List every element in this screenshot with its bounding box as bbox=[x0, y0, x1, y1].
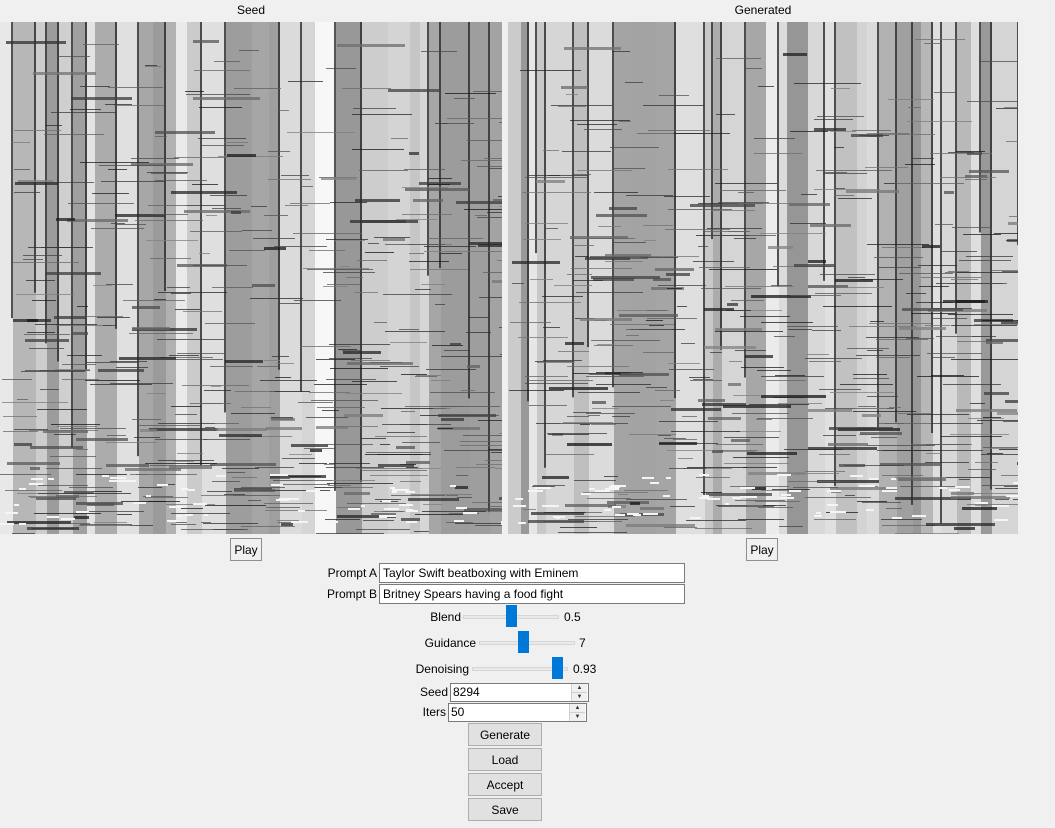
seed-spinbox[interactable]: 8294 ▲ ▼ bbox=[450, 683, 589, 702]
seed-label: Seed bbox=[419, 685, 448, 699]
play-seed-button[interactable]: Play bbox=[230, 538, 262, 561]
accept-button[interactable]: Accept bbox=[468, 773, 542, 796]
denoising-slider-thumb[interactable] bbox=[552, 657, 563, 679]
iters-increment-icon[interactable]: ▲ bbox=[570, 704, 585, 713]
blend-value: 0.5 bbox=[564, 610, 581, 624]
seed-spectrogram bbox=[0, 22, 502, 534]
generate-button[interactable]: Generate bbox=[468, 723, 542, 746]
seed-increment-icon[interactable]: ▲ bbox=[572, 684, 587, 693]
seed-caption: Seed bbox=[236, 3, 266, 17]
save-button[interactable]: Save bbox=[468, 798, 542, 821]
seed-value[interactable]: 8294 bbox=[453, 685, 480, 700]
denoising-label: Denoising bbox=[415, 662, 469, 676]
guidance-value: 7 bbox=[579, 636, 586, 650]
guidance-label: Guidance bbox=[424, 636, 476, 650]
generated-caption: Generated bbox=[734, 3, 792, 17]
guidance-slider-thumb[interactable] bbox=[518, 631, 529, 653]
generated-spectrogram bbox=[508, 22, 1018, 534]
play-generated-button[interactable]: Play bbox=[746, 538, 778, 561]
iters-spinbox[interactable]: 50 ▲ ▼ bbox=[448, 703, 587, 722]
blend-label: Blend bbox=[430, 610, 461, 624]
prompt-b-label: Prompt B bbox=[326, 587, 377, 601]
prompt-a-input[interactable]: Taylor Swift beatboxing with Eminem bbox=[379, 563, 685, 583]
iters-value[interactable]: 50 bbox=[451, 705, 464, 720]
seed-decrement-icon[interactable]: ▼ bbox=[572, 693, 587, 701]
denoising-value: 0.93 bbox=[573, 662, 597, 676]
load-button[interactable]: Load bbox=[468, 748, 542, 771]
iters-label: Iters bbox=[422, 705, 446, 719]
prompt-b-input[interactable]: Britney Spears having a food fight bbox=[379, 584, 685, 604]
iters-decrement-icon[interactable]: ▼ bbox=[570, 713, 585, 721]
blend-slider-thumb[interactable] bbox=[506, 605, 517, 627]
prompt-a-label: Prompt A bbox=[327, 566, 377, 580]
